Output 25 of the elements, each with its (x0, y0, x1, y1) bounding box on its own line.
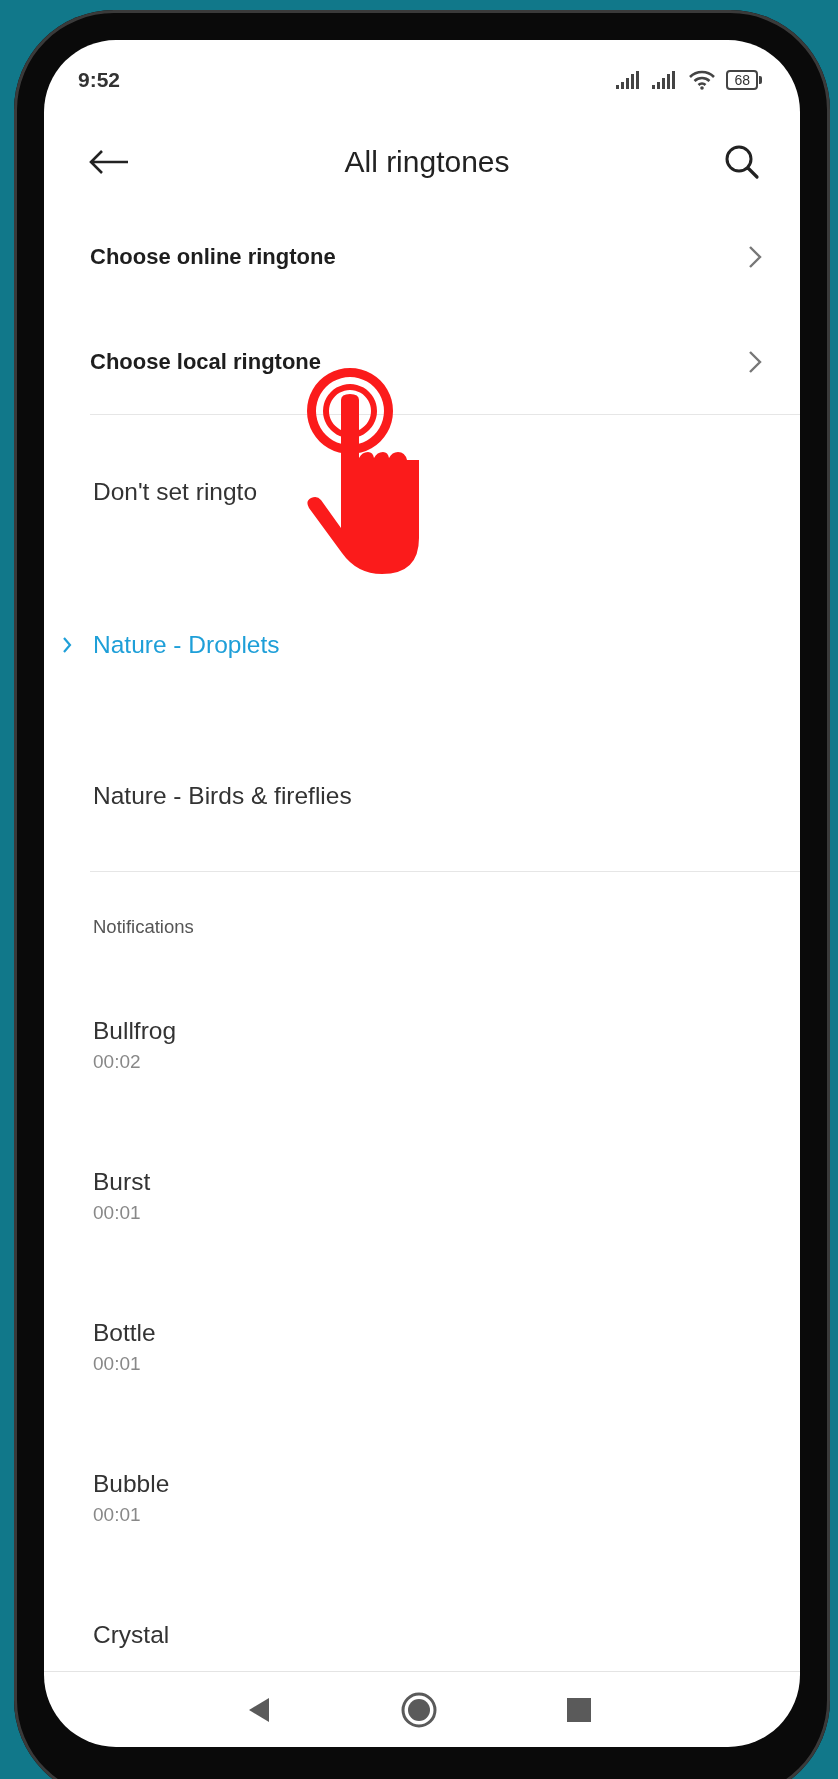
sound-duration: 00:02 (93, 1051, 141, 1073)
sound-name[interactable]: Bullfrog (93, 1017, 177, 1045)
sound-duration: 00:01 (93, 1202, 141, 1224)
sound-name[interactable]: Crystal (93, 1621, 170, 1649)
option-link[interactable]: Choose online ringtone (90, 243, 336, 270)
section-heading: Notifications (92, 915, 195, 939)
sound-duration: 00:01 (93, 1353, 141, 1375)
option-link[interactable]: Choose local ringtone (90, 348, 322, 375)
search-icon[interactable] (724, 144, 760, 180)
sound-duration: 00:01 (93, 1504, 141, 1526)
sound-name[interactable]: Bottle (93, 1319, 156, 1347)
chevron-right-icon (748, 349, 762, 374)
ringtone-item[interactable]: Nature - Birds & fireflies (93, 781, 352, 810)
ringtone-item[interactable]: Don't set ringto (93, 478, 257, 506)
back-nav-icon[interactable] (247, 1696, 271, 1723)
sound-name[interactable]: Burst (93, 1168, 151, 1196)
chevron-right-icon (748, 244, 762, 269)
page-title: All ringtones (344, 145, 510, 179)
status-time: 9:52 (78, 68, 121, 92)
back-arrow-icon[interactable] (88, 149, 130, 175)
wifi-icon (688, 70, 717, 90)
home-nav-icon[interactable] (401, 1691, 437, 1728)
chevron-right-icon (62, 635, 72, 654)
recents-nav-icon[interactable] (567, 1697, 591, 1722)
sound-name[interactable]: Bubble (93, 1470, 170, 1498)
